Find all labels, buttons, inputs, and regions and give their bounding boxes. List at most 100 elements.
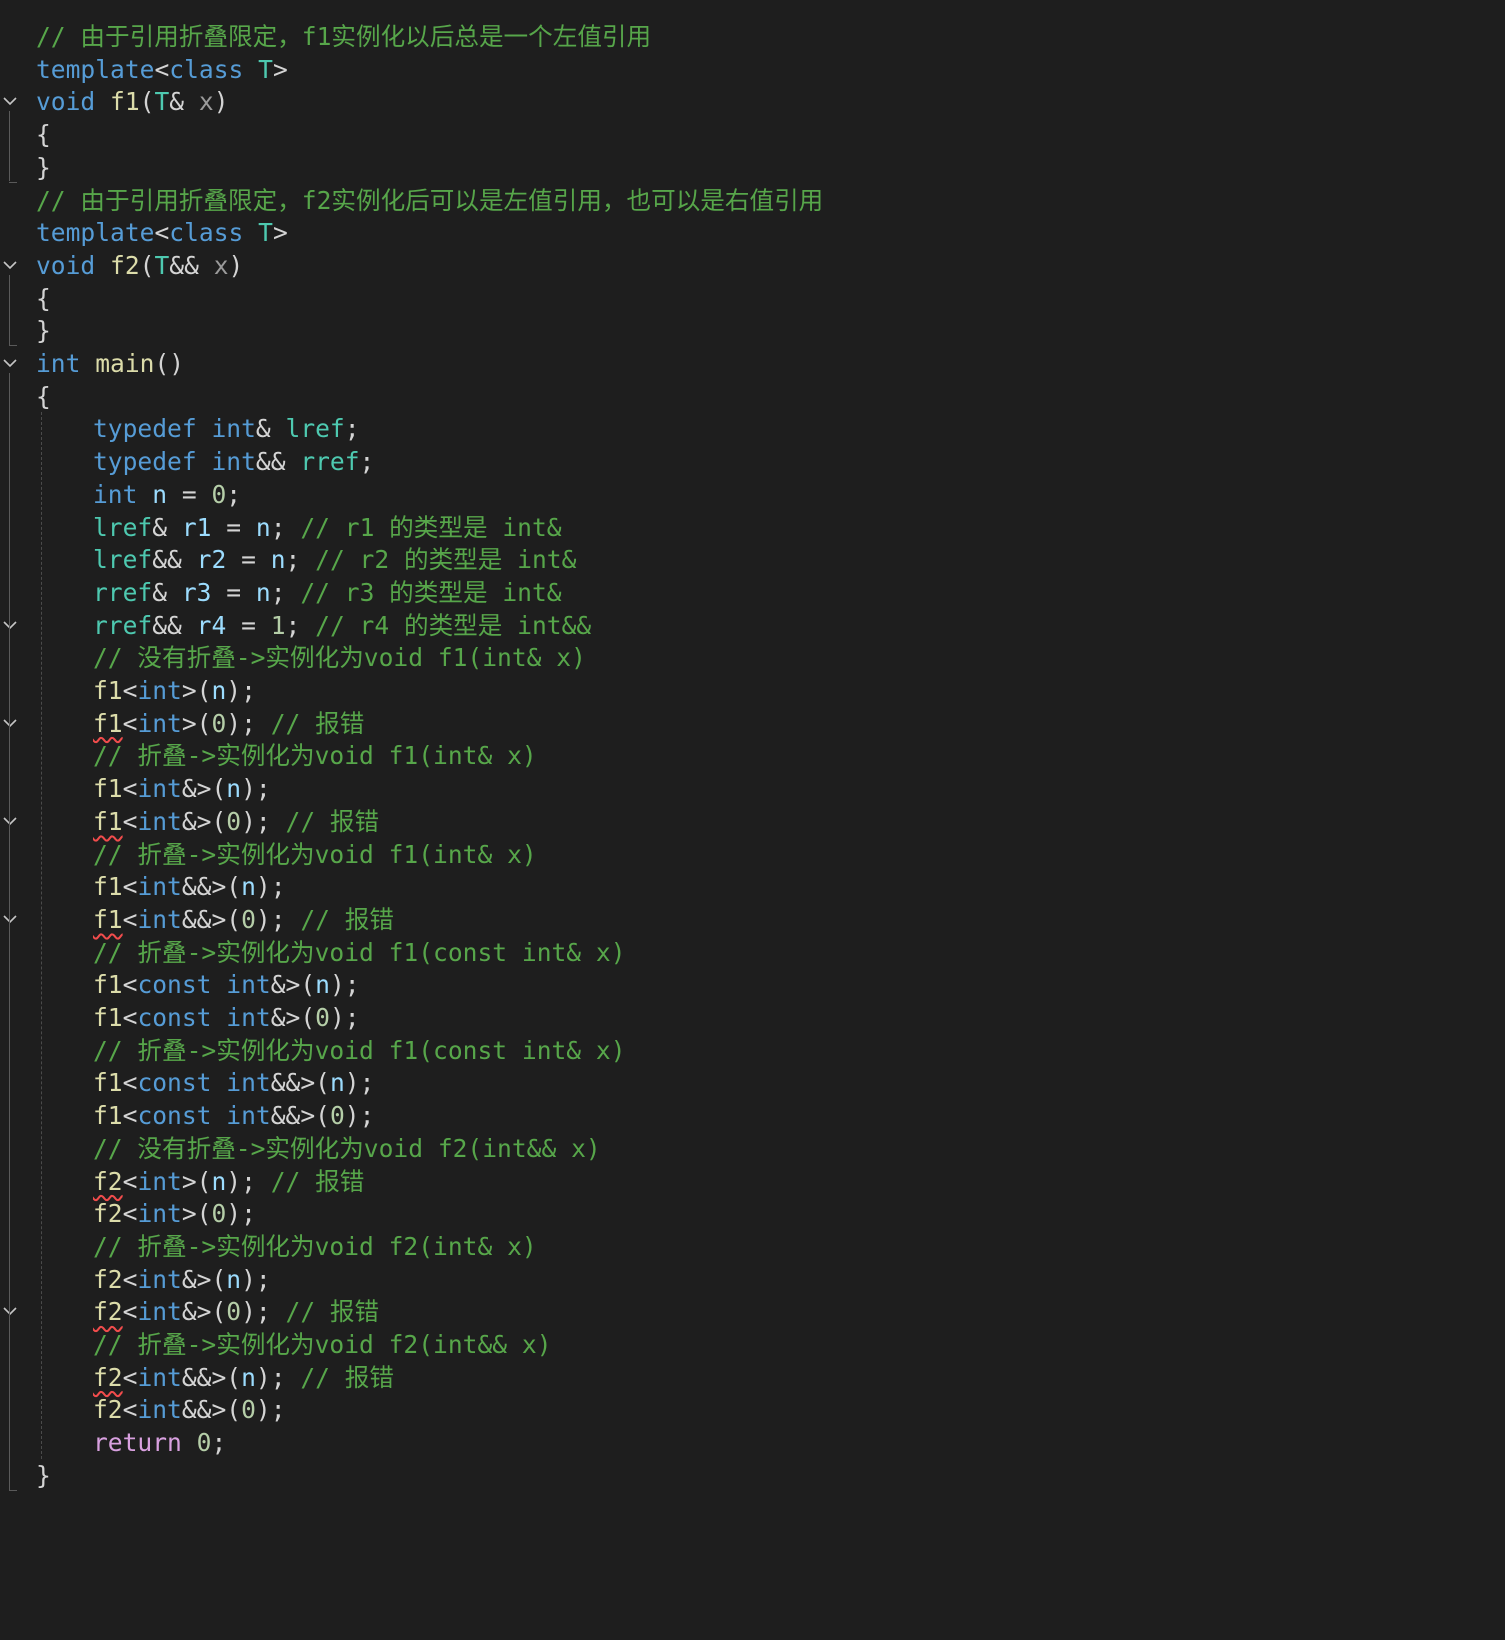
code-line[interactable]: void f2(T&& x) [36,249,243,283]
code-line[interactable]: f2<int&>(0); // 报错 [36,1295,379,1329]
code-token: } [36,316,51,346]
code-token: < [122,1101,138,1131]
code-token: const [137,970,212,1000]
code-line[interactable]: // 折叠->实例化为void f1(int& x) [36,838,537,872]
code-line[interactable]: lref& r1 = n; // r1 的类型是 int& [36,511,562,545]
fold-chevron-icon[interactable] [2,93,18,109]
code-token: ); [329,970,360,1000]
code-line[interactable]: rref&& r4 = 1; // r4 的类型是 int&& [36,609,591,643]
code-line[interactable]: f2<int&&>(0); [36,1393,286,1427]
code-token: &>( [270,970,316,1000]
code-line[interactable]: f1<int>(0); // 报错 [36,707,364,741]
code-line[interactable]: rref& r3 = n; // r3 的类型是 int& [36,576,562,610]
code-line[interactable]: void f1(T& x) [36,85,229,119]
code-line[interactable]: // 没有折叠->实例化为void f1(int& x) [36,641,586,675]
code-token: r2 [196,545,227,575]
code-line[interactable]: // 折叠->实例化为void f1(const int& x) [36,936,626,970]
code-token: rref [300,447,360,477]
code-token: &&>( [270,1068,330,1098]
code-token: const [137,1003,212,1032]
code-comment: // r2 的类型是 int& [315,545,577,575]
code-token: const [137,1101,212,1131]
code-editor[interactable]: // 由于引用折叠限定，f1实例化以后总是一个左值引用 template<clas… [0,0,1505,1640]
code-line[interactable]: f2<int>(n); // 报错 [36,1165,364,1199]
code-token: int [93,479,138,509]
fold-chevron-icon[interactable] [2,813,18,829]
code-line[interactable]: f1<const int&&>(0); [36,1099,374,1133]
code-line[interactable]: } [36,314,51,348]
code-line[interactable]: f1<const int&>(n); [36,968,360,1002]
code-token: n [152,479,168,509]
code-line[interactable]: f1<int&>(0); // 报错 [36,805,379,839]
code-token-error: f1 [93,708,123,738]
code-line[interactable]: f1<const int&&>(n); [36,1066,374,1100]
code-line[interactable]: f2<int>(0); [36,1197,256,1231]
code-token: ); [255,872,286,902]
code-line[interactable]: template<class T> [36,53,288,87]
code-token: main [95,349,155,378]
code-line[interactable]: { [36,282,51,316]
code-line[interactable]: f1<int&&>(0); // 报错 [36,903,394,937]
code-line[interactable]: f1<const int&>(0); [36,1001,360,1035]
code-token: typedef [93,414,197,444]
code-line[interactable]: } [36,1459,51,1493]
code-line[interactable]: f1<int&>(n); [36,772,271,806]
code-comment: // 没有折叠->实例化为void f1(int& x) [93,643,586,673]
code-token: &>( [181,774,227,804]
code-token: T [258,54,273,84]
fold-chevron-icon[interactable] [2,1303,18,1319]
code-token: >( [181,1199,212,1229]
code-line[interactable]: template<class T> [36,216,288,250]
code-token: r1 [181,512,212,542]
code-token: ; [270,512,301,542]
code-token-error: f1 [93,904,123,934]
code-token: int [137,1199,182,1229]
fold-chevron-icon[interactable] [2,617,18,633]
code-token: < [122,1003,138,1032]
fold-chevron-icon[interactable] [2,911,18,927]
code-token: < [122,1068,138,1098]
code-line[interactable]: } [36,151,51,185]
fold-chevron-icon[interactable] [2,257,18,273]
code-line[interactable]: // 没有折叠->实例化为void f2(int&& x) [36,1132,601,1166]
code-token: ); [344,1101,375,1131]
code-token: const [137,1068,212,1098]
code-token: < [154,54,170,84]
code-line[interactable]: // 由于引用折叠限定，f1实例化以后总是一个左值引用 [36,20,651,54]
code-comment: // 报错 [300,904,394,934]
code-token: ); [241,1264,271,1294]
code-token: f2 [93,1264,123,1294]
code-line[interactable]: f2<int&&>(n); // 报错 [36,1361,394,1395]
code-line[interactable]: { [36,380,51,414]
code-line[interactable]: int main() [36,347,184,381]
code-line[interactable]: f1<int>(n); [36,674,256,708]
fold-chevron-icon[interactable] [2,355,18,371]
code-line[interactable]: lref&& r2 = n; // r2 的类型是 int& [36,543,576,577]
code-line[interactable]: // 折叠->实例化为void f2(int& x) [36,1230,537,1264]
code-line[interactable]: // 折叠->实例化为void f1(const int& x) [36,1034,626,1068]
code-line[interactable]: f2<int&>(n); [36,1263,271,1297]
code-token: < [122,904,138,934]
code-token: 0 [329,1101,345,1131]
fold-chevron-icon[interactable] [2,715,18,731]
code-token: } [36,152,51,182]
code-token: f2 [93,1199,123,1229]
code-line[interactable]: typedef int&& rref; [36,445,374,479]
code-token: int [137,806,182,836]
code-line[interactable]: typedef int& lref; [36,412,360,446]
code-token: int [137,1297,182,1327]
code-token: &&>( [181,1395,242,1425]
code-line[interactable]: // 由于引用折叠限定，f2实例化后可以是左值引用，也可以是右值引用 [36,184,823,218]
code-line[interactable]: // 折叠->实例化为void f1(int& x) [36,739,537,773]
code-token: int [137,1264,182,1294]
code-line[interactable]: int n = 0; [36,478,241,512]
code-token: { [36,283,51,313]
code-line[interactable]: { [36,118,51,152]
code-line[interactable]: f1<int&&>(n); [36,870,286,904]
code-line[interactable]: return 0; [36,1426,226,1460]
code-token: ) [213,87,229,117]
code-line[interactable]: // 折叠->实例化为void f2(int&& x) [36,1328,552,1362]
